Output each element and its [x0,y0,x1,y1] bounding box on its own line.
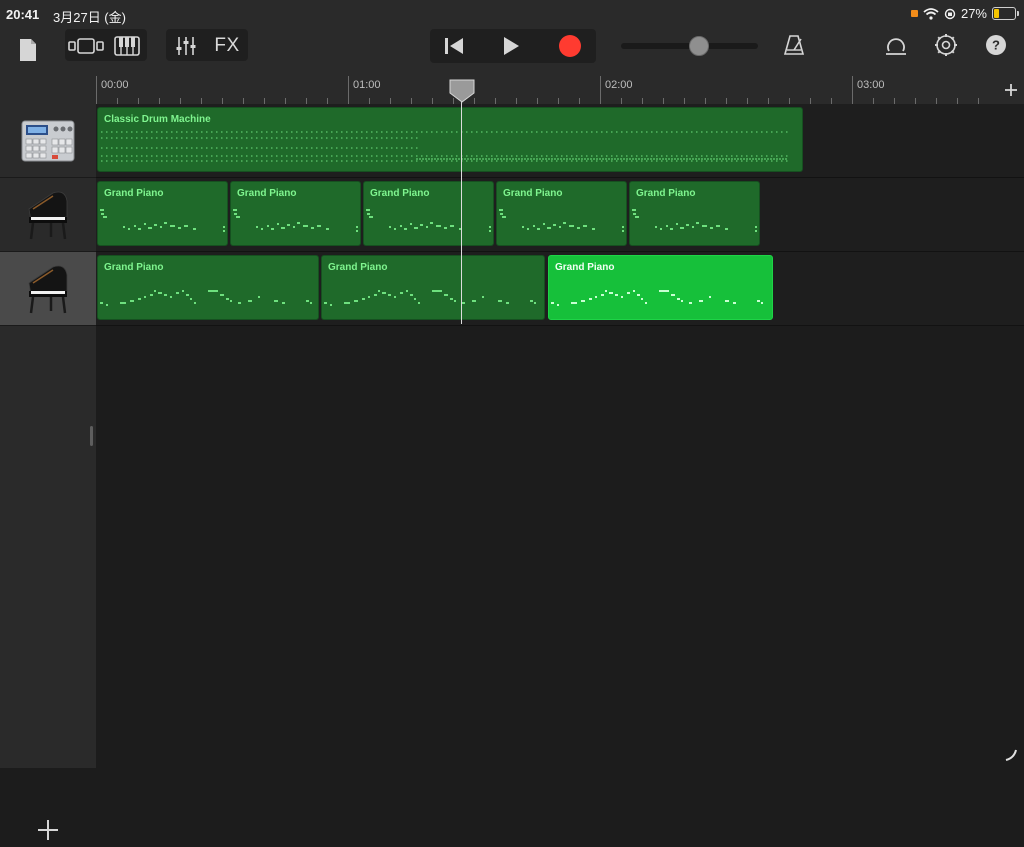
ruler-label-1: 01:00 [353,79,381,91]
tracks-view-icon [68,38,104,54]
metronome-button[interactable] [780,31,808,59]
region-piano[interactable]: Grand Piano [321,255,545,320]
keyboard-button[interactable] [110,32,144,60]
metronome-icon [783,35,805,55]
ruler-label-0: 00:00 [101,79,129,91]
track-header-drum-machine[interactable] [0,104,96,178]
ruler-label-3: 03:00 [857,79,885,91]
region-name: Grand Piano [104,262,164,273]
settings-button[interactable] [932,31,960,59]
ruler-label-2: 02:00 [605,79,633,91]
fx-label: FX [214,35,240,56]
tracks-area[interactable]: Classic Drum Machine Grand Piano Grand P… [96,104,1024,768]
plus-icon [1005,84,1017,96]
settings-icon [935,34,957,56]
resize-corner-icon [1005,749,1017,761]
rewind-button[interactable] [432,32,476,60]
region-drums[interactable]: Classic Drum Machine [97,107,803,172]
region-piano-selected[interactable]: Grand Piano [548,255,773,320]
region-piano[interactable]: Grand Piano [363,181,494,246]
region-name: Grand Piano [370,188,430,199]
region-name: Grand Piano [555,262,615,273]
orientation-lock-icon [944,8,956,19]
status-date: 3月27日 (金) [53,10,126,25]
play-icon [504,37,519,55]
fx-button[interactable]: FX [208,32,246,60]
mixer-icon [176,37,196,55]
tracks-view-button[interactable] [67,32,105,60]
add-section-button[interactable] [998,76,1024,104]
help-button[interactable]: ? [982,31,1010,59]
play-button[interactable] [486,32,536,60]
keyboard-icon [114,36,140,56]
loop-browser-button[interactable] [880,31,912,59]
region-piano[interactable]: Grand Piano [629,181,760,246]
recording-indicator-icon [910,10,918,17]
rewind-icon [445,38,463,54]
track-header-grand-piano-1[interactable] [0,178,96,252]
region-piano[interactable]: Grand Piano [97,255,319,320]
track-header-resize-handle[interactable] [90,426,93,446]
status-time: 20:41 [6,7,40,22]
region-piano[interactable]: Grand Piano [230,181,361,246]
record-button[interactable] [546,32,594,60]
grand-piano-icon [28,191,68,239]
region-piano[interactable]: Grand Piano [97,181,228,246]
track-lane-drum-machine[interactable]: Classic Drum Machine [96,104,1024,178]
region-name: Grand Piano [237,188,297,199]
track-lane-grand-piano-2[interactable]: Grand Piano Grand Piano Grand Piano [96,252,1024,326]
ruler-tick [96,76,97,104]
drum-machine-icon [21,120,75,161]
ruler-tick [600,76,601,104]
track-lane-grand-piano-1[interactable]: Grand Piano Grand Piano Grand Piano Gran… [96,178,1024,252]
toolbar: FX ? [0,28,1024,76]
wifi-icon [923,7,939,20]
mixer-button[interactable] [170,32,202,60]
svg-text:?: ? [992,38,1000,53]
battery-icon [992,7,1019,20]
track-headers [0,104,96,840]
master-volume-knob[interactable] [689,36,710,56]
document-icon [20,39,36,61]
region-name: Grand Piano [503,188,563,199]
ruler-spacer [0,76,96,104]
help-icon: ? [986,35,1006,55]
status-indicators: 27% [910,6,1019,21]
region-name: Grand Piano [636,188,696,199]
ruler-tick [348,76,349,104]
track-header-grand-piano-2[interactable] [0,252,96,326]
plus-icon [38,820,58,840]
add-track-button[interactable] [36,818,60,842]
region-name: Classic Drum Machine [104,114,211,125]
playhead-line [461,100,462,324]
playhead-handle-icon[interactable] [449,79,475,103]
region-name: Grand Piano [328,262,388,273]
my-songs-button[interactable] [14,34,42,66]
status-bar: 20:41 3月27日 (金) 27% [0,0,1024,28]
region-name: Grand Piano [104,188,164,199]
loop-browser-icon [886,38,906,55]
ruler-tick [852,76,853,104]
record-icon [559,35,581,57]
region-piano[interactable]: Grand Piano [496,181,627,246]
grand-piano-icon [28,265,68,313]
battery-percent: 27% [960,6,987,21]
timeline-ruler[interactable]: 00:00 01:00 02:00 03:00 [96,76,998,104]
